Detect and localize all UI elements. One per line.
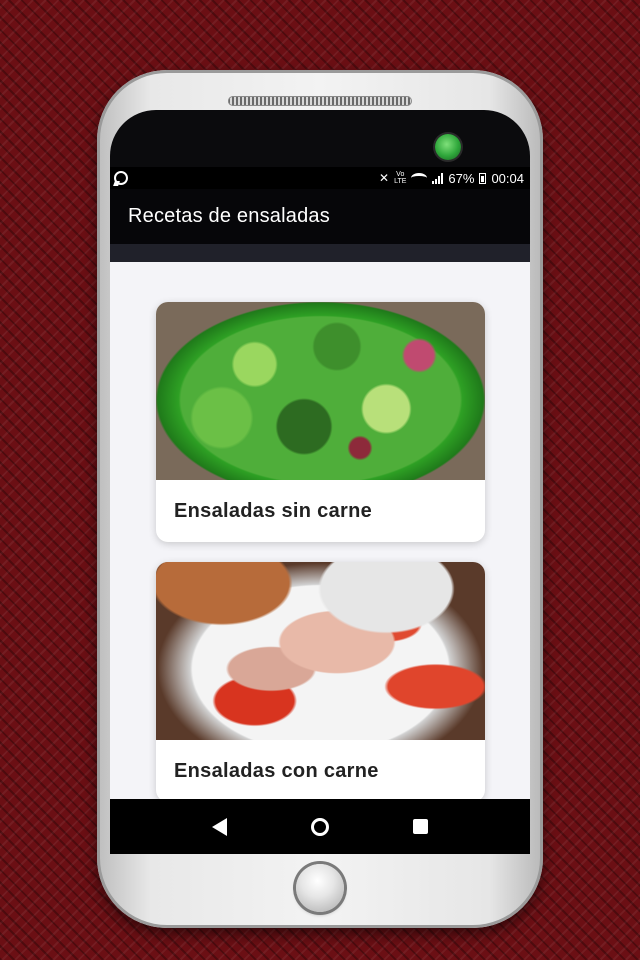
green-salad-photo <box>156 302 485 480</box>
card-salads-no-meat[interactable]: Ensaladas sin carne <box>156 302 485 542</box>
app-bar: Recetas de ensaladas <box>110 189 530 262</box>
card-title: Ensaladas con carne <box>174 759 379 782</box>
phone-speaker <box>228 96 412 106</box>
network-label: LTE <box>394 178 407 185</box>
lte-icon: Vo LTE <box>394 171 407 185</box>
status-left <box>114 171 128 185</box>
front-camera-icon <box>435 134 461 160</box>
app-title: Recetas de ensaladas <box>128 205 330 227</box>
phone-screen: ✕ Vo LTE 67% 00:04 Recetas de ensaladas E… <box>110 167 530 854</box>
signal-icon <box>432 172 444 184</box>
home-icon[interactable] <box>311 817 329 836</box>
physical-home-button[interactable] <box>296 864 344 912</box>
status-right: ✕ Vo LTE 67% 00:04 <box>379 171 524 186</box>
card-title: Ensaladas sin carne <box>174 499 373 522</box>
navigation-bar <box>110 799 530 854</box>
back-icon[interactable] <box>212 817 227 836</box>
status-bar: ✕ Vo LTE 67% 00:04 <box>110 167 530 189</box>
whatsapp-icon <box>114 171 128 185</box>
battery-icon <box>479 172 487 184</box>
tuna-tomato-salad-photo <box>156 562 485 740</box>
wifi-icon <box>411 173 428 183</box>
battery-percent: 67% <box>448 170 475 186</box>
mute-icon: ✕ <box>379 171 390 185</box>
recipe-list[interactable]: Ensaladas sin carne Ensaladas con carne <box>110 262 530 854</box>
clock: 00:04 <box>491 170 524 186</box>
recent-apps-icon[interactable] <box>413 819 428 834</box>
card-salads-with-meat[interactable]: Ensaladas con carne <box>156 562 485 802</box>
